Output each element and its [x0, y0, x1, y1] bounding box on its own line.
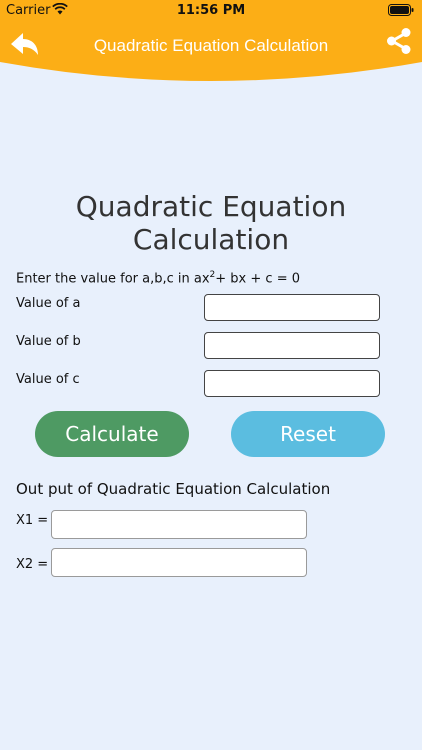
x2-output-field[interactable]	[51, 548, 307, 577]
instruction-suffix: + bx + c = 0	[215, 271, 300, 287]
reset-button[interactable]: Reset	[231, 411, 385, 457]
page-title: Quadratic Equation Calculation	[75, 190, 347, 256]
label-value-b: Value of b	[16, 334, 81, 349]
x1-output-field[interactable]	[51, 510, 307, 539]
x2-label: X2 =	[16, 557, 49, 572]
value-a-input[interactable]	[204, 294, 380, 321]
output-title: Out put of Quadratic Equation Calculatio…	[16, 480, 331, 498]
value-c-input[interactable]	[204, 370, 380, 397]
instruction-text: Enter the value for a,b,c in ax2+ bx + c…	[16, 270, 300, 286]
label-value-a: Value of a	[16, 296, 81, 311]
instruction-prefix: Enter the value for a,b,c in ax	[16, 271, 210, 287]
share-icon[interactable]	[384, 26, 414, 56]
label-value-c: Value of c	[16, 372, 80, 387]
status-time: 11:56 PM	[176, 3, 246, 18]
x1-label: X1 =	[16, 513, 49, 528]
status-bar: Carrier 11:56 PM	[0, 0, 422, 22]
calculate-button[interactable]: Calculate	[35, 411, 189, 457]
value-b-input[interactable]	[204, 332, 380, 359]
battery-icon	[388, 4, 414, 16]
header-bar: Carrier 11:56 PM Quadratic Equation Calc…	[0, 0, 422, 90]
nav-title: Quadratic Equation Calculation	[93, 36, 329, 55]
